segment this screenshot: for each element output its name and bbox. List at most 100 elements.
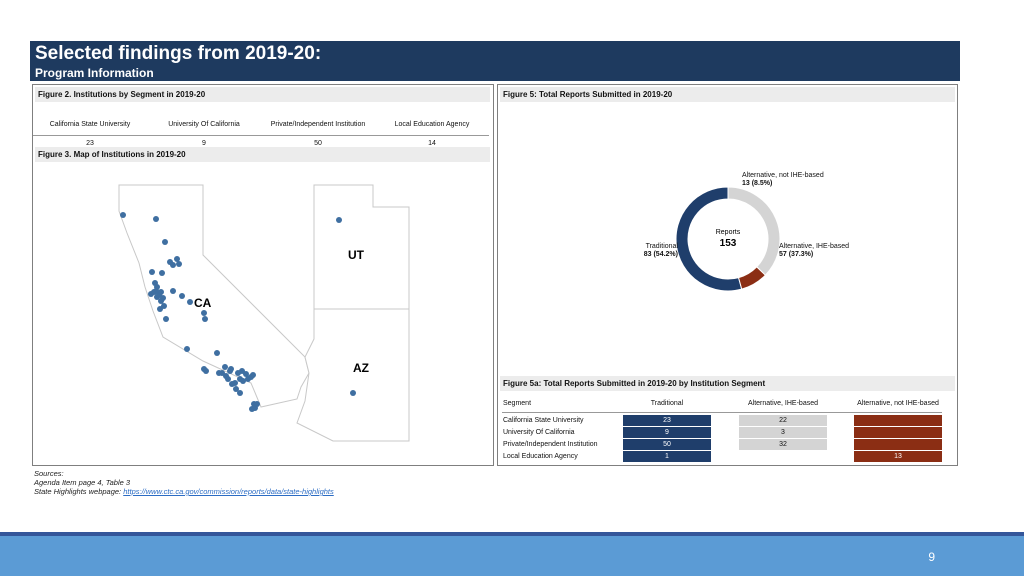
donut-center-value: 153	[720, 238, 737, 249]
institution-dot	[157, 306, 163, 312]
institution-dot	[170, 288, 176, 294]
column-header-alt-not-ihe: Alternative, not IHE-based	[857, 400, 939, 407]
segment-name: California State University	[503, 417, 584, 424]
alt-ihe-cell: 22	[739, 415, 827, 426]
institution-dot	[176, 261, 182, 267]
page-number: 9	[928, 550, 935, 564]
column-header-traditional: Traditional	[650, 400, 684, 407]
label-alt-not-ihe-value: 13 (8.5%)	[742, 180, 773, 187]
alt-not-ihe-cell	[854, 439, 942, 450]
column-header-segment: Segment	[503, 400, 532, 407]
institution-dot	[158, 289, 164, 295]
institution-dot	[240, 378, 246, 384]
state-label-ut: UT	[348, 248, 365, 262]
institution-dot	[243, 371, 249, 377]
institution-dot	[222, 364, 228, 370]
institution-dot	[149, 269, 155, 275]
institution-dot	[350, 390, 356, 396]
segment-value: 23	[86, 139, 94, 147]
segment-header: Private/Independent Institution	[270, 120, 366, 128]
label-traditional: Traditional 83 (54.2%)	[624, 243, 678, 259]
label-traditional-name: Traditional	[645, 243, 678, 250]
segment-header: California State University	[49, 120, 131, 128]
sources: Sources: Agenda Item page 4, Table 3 Sta…	[34, 469, 334, 496]
utah-shape	[313, 184, 410, 310]
alt-not-ihe-cell	[854, 415, 942, 426]
institution-dot	[254, 401, 260, 407]
institution-dot	[336, 217, 342, 223]
label-alt-ihe: Alternative, IHE-based 57 (37.3%)	[779, 243, 849, 259]
institution-dot	[120, 212, 126, 218]
column-header-alt-ihe: Alternative, IHE-based	[747, 400, 819, 407]
institution-dot	[201, 310, 207, 316]
alt-ihe-cell: 32	[739, 439, 827, 450]
slide-header: Selected findings from 2019-20: Program …	[30, 41, 960, 81]
institution-dot	[159, 270, 165, 276]
sources-line1: Agenda Item page 4, Table 3	[34, 478, 131, 487]
donut-chart: Reports 153 Traditional 83 (54.2%) Alter…	[498, 105, 953, 375]
segment-name: Private/Independent Institution	[503, 441, 598, 448]
sources-line2: State Highlights webpage: https://www.ct…	[34, 487, 334, 496]
alt-ihe-cell	[739, 451, 827, 462]
traditional-cell: 9	[623, 427, 711, 438]
label-alt-not-ihe-name: Alternative, not IHE-based	[742, 172, 824, 179]
alt-not-ihe-cell	[854, 427, 942, 438]
institution-dot	[225, 376, 231, 382]
donut-center-label: Reports	[716, 229, 741, 236]
label-traditional-value: 83 (54.2%)	[643, 251, 678, 258]
segment-value: 50	[314, 139, 322, 147]
institution-dot	[162, 239, 168, 245]
traditional-cell: 50	[623, 439, 711, 450]
segment-header: Local Education Agency	[394, 120, 470, 128]
table-row: Local Education Agency 1 13	[502, 451, 942, 462]
table-row: University Of California 9 3	[502, 427, 942, 438]
state-label-ca: CA	[194, 296, 212, 310]
table-header-row: Segment Traditional Alternative, IHE-bas…	[502, 398, 942, 413]
arizona-shape	[296, 308, 410, 442]
table-row: Private/Independent Institution 50 32	[502, 439, 942, 450]
segment-value: 9	[202, 139, 206, 147]
donut-svg: Reports 153	[675, 186, 781, 292]
segment-header: University Of California	[168, 120, 240, 128]
figure5-title: Figure 5: Total Reports Submitted in 201…	[500, 87, 955, 102]
segment-table-header: California State University University O…	[33, 113, 489, 136]
institution-dot	[187, 299, 193, 305]
institution-dot	[202, 316, 208, 322]
institution-map: CA UT AZ	[33, 161, 489, 463]
left-panel: Figure 2. Institutions by Segment in 201…	[32, 84, 494, 466]
slide-footer	[0, 536, 1024, 576]
alt-not-ihe-cell: 13	[854, 451, 942, 462]
segment-value: 14	[428, 139, 436, 147]
traditional-cell: 1	[623, 451, 711, 462]
institution-dot	[154, 284, 160, 290]
traditional-cell: 23	[623, 415, 711, 426]
figure3-title: Figure 3. Map of Institutions in 2019-20	[35, 147, 490, 162]
sources-line2-prefix: State Highlights webpage:	[34, 487, 124, 496]
table-row: California State University 23 22	[502, 415, 942, 426]
institution-dot	[179, 293, 185, 299]
label-alt-ihe-name: Alternative, IHE-based	[779, 243, 850, 250]
alt-ihe-cell: 3	[739, 427, 827, 438]
slide-title: Selected findings from 2019-20:	[35, 43, 322, 64]
institution-dot	[248, 374, 254, 380]
california-shape	[118, 184, 310, 408]
institution-dot	[163, 316, 169, 322]
institution-dot	[170, 262, 176, 268]
sources-heading: Sources:	[34, 469, 64, 478]
figure2-title: Figure 2. Institutions by Segment in 201…	[35, 87, 490, 102]
label-alt-not-ihe: Alternative, not IHE-based 13 (8.5%)	[742, 172, 824, 188]
institution-dot	[203, 368, 209, 374]
institution-dot	[151, 289, 157, 295]
institution-dot	[227, 368, 233, 374]
institution-dot	[214, 350, 220, 356]
institution-dot	[184, 346, 190, 352]
institution-dot	[237, 390, 243, 396]
segment-name: Local Education Agency	[503, 453, 578, 460]
figure5a-title: Figure 5a: Total Reports Submitted in 20…	[500, 376, 955, 391]
institution-dot	[153, 216, 159, 222]
state-label-az: AZ	[353, 361, 369, 375]
institution-dot	[229, 381, 235, 387]
state-highlights-link[interactable]: https://www.ctc.ca.gov/commission/report…	[123, 487, 334, 496]
slide-subtitle: Program Information	[35, 66, 154, 80]
segment-name: University Of California	[503, 429, 575, 436]
